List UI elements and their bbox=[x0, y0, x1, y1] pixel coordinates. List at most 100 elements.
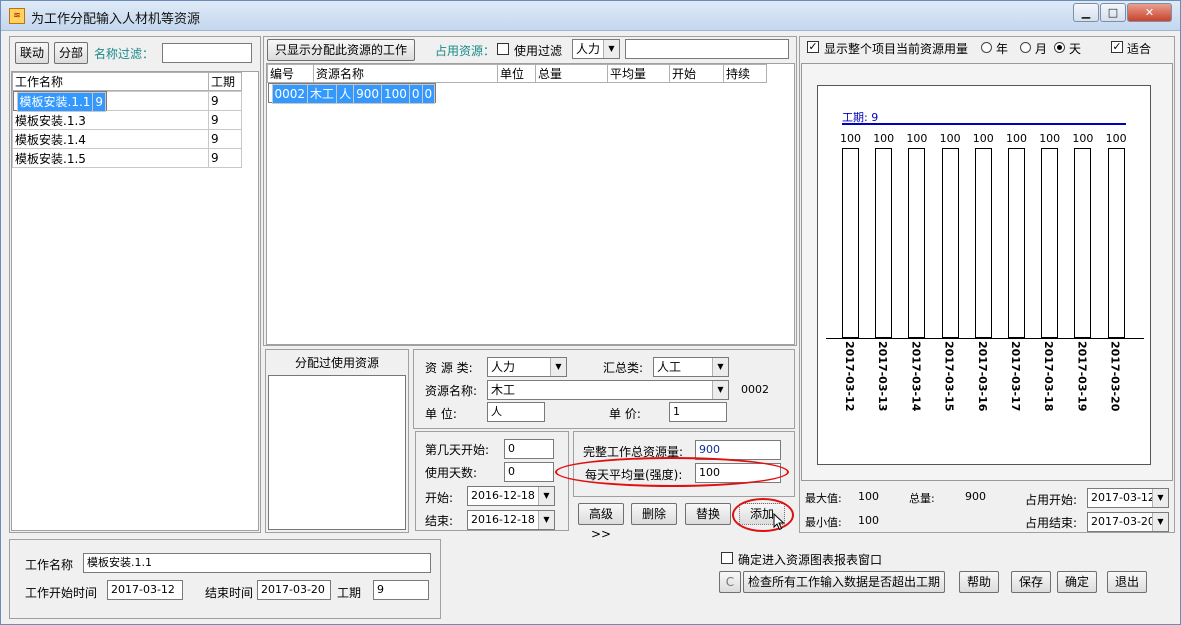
summary-type-select[interactable]: 人工 ▼ bbox=[653, 357, 729, 377]
chart-date-label: 2017-03-19 bbox=[1075, 341, 1089, 412]
cell-average: 100 bbox=[380, 84, 410, 104]
assigned-list[interactable] bbox=[268, 375, 406, 530]
work-name-header[interactable]: 工作名称 bbox=[12, 72, 209, 91]
start-day-input[interactable]: 0 bbox=[504, 439, 554, 459]
unit-label: 单 位: bbox=[425, 407, 457, 421]
start-date-label: 开始: bbox=[425, 491, 454, 505]
help-button[interactable]: 帮助 bbox=[959, 571, 999, 593]
chart-date-label: 2017-03-16 bbox=[975, 341, 989, 412]
occupy-end-value: 2017-03-20 bbox=[1091, 515, 1155, 528]
replace-button[interactable]: 替换 bbox=[685, 503, 731, 525]
advanced-button[interactable]: 高级>> bbox=[578, 503, 624, 541]
work-duration-input[interactable]: 9 bbox=[373, 580, 429, 600]
chart-date-label: 2017-03-20 bbox=[1108, 341, 1122, 412]
link-button[interactable]: 联动 bbox=[15, 42, 49, 64]
occupy-resource-label: 占用资源： bbox=[435, 44, 496, 58]
fit-checkbox[interactable]: ✓ bbox=[1111, 41, 1123, 53]
use-days-label: 使用天数: bbox=[425, 466, 478, 480]
chart-bar-value: 100 bbox=[906, 132, 928, 145]
day-label: 天 bbox=[1069, 42, 1082, 56]
chart-bar bbox=[1008, 148, 1025, 338]
year-radio[interactable] bbox=[981, 42, 992, 53]
show-total-label: 显示整个项目当前资源用量 bbox=[824, 42, 969, 56]
chart-bar bbox=[1107, 148, 1125, 338]
resource-name-header[interactable]: 资源名称 bbox=[313, 64, 498, 83]
month-radio[interactable] bbox=[1020, 42, 1031, 53]
chart-bar-value: 100 bbox=[972, 132, 994, 145]
save-button[interactable]: 保存 bbox=[1011, 571, 1051, 593]
chart-bar-value: 100 bbox=[1006, 132, 1027, 145]
window-title: 为工作分配输入人材机等资源 bbox=[31, 12, 201, 27]
ok-button[interactable]: 确定 bbox=[1057, 571, 1097, 593]
min-value: 100 bbox=[858, 514, 879, 527]
total-header[interactable]: 总量 bbox=[535, 64, 608, 83]
resource-name-label: 资源名称: bbox=[425, 384, 478, 398]
delete-button[interactable]: 删除 bbox=[631, 503, 677, 525]
table-row[interactable]: 模板安装.1.1 9 bbox=[12, 91, 108, 112]
use-days-input[interactable]: 0 bbox=[504, 462, 554, 482]
summary-type-label: 汇总类: bbox=[603, 361, 644, 375]
use-filter-checkbox[interactable] bbox=[497, 43, 509, 55]
close-button[interactable]: ✕ bbox=[1127, 3, 1172, 22]
total-value: 900 bbox=[965, 490, 986, 503]
show-only-assigned-button[interactable]: 只显示分配此资源的工作 bbox=[267, 39, 415, 61]
max-value: 100 bbox=[858, 490, 879, 503]
unit-header[interactable]: 单位 bbox=[497, 64, 536, 83]
occupy-start-label: 占用开始: bbox=[1025, 493, 1078, 507]
work-info-panel bbox=[9, 539, 441, 619]
chevron-down-icon: ▼ bbox=[538, 487, 554, 505]
average-header[interactable]: 平均量 bbox=[607, 64, 670, 83]
title-bar: ≋ 为工作分配输入人材机等资源 ▁ □ ✕ bbox=[1, 1, 1180, 31]
assigned-title: 分配过使用资源 bbox=[295, 356, 380, 370]
duration-header[interactable]: 持续 bbox=[723, 64, 767, 83]
cell-duration: 9 bbox=[208, 129, 242, 149]
start-date-picker[interactable]: 2016-12-18 ▼ bbox=[467, 486, 555, 506]
show-total-checkbox[interactable]: ✓ bbox=[807, 41, 819, 53]
resource-filter-input[interactable] bbox=[625, 39, 789, 59]
main-window: ≋ 为工作分配输入人材机等资源 ▁ □ ✕ 联动 分部 名称过滤： 工作名称 工… bbox=[0, 0, 1181, 625]
resource-name-value: 木工 bbox=[491, 383, 516, 397]
table-row[interactable]: 0002 木工 人 900 100 0 0 bbox=[267, 83, 437, 104]
chart-date-label: 2017-03-17 bbox=[1009, 341, 1022, 412]
day-radio[interactable] bbox=[1054, 42, 1065, 53]
name-filter-input[interactable] bbox=[162, 43, 252, 63]
cell-unit: 人 bbox=[336, 84, 355, 104]
maximize-button[interactable]: □ bbox=[1100, 3, 1126, 22]
c-button[interactable]: C bbox=[719, 571, 741, 593]
chevron-down-icon: ▼ bbox=[1152, 489, 1168, 507]
chart-date-label: 2017-03-15 bbox=[942, 341, 956, 412]
duration-header[interactable]: 工期 bbox=[208, 72, 242, 91]
chart-bar bbox=[941, 148, 959, 338]
confirm-chart-checkbox[interactable] bbox=[721, 552, 733, 564]
table-row[interactable]: 模板安装.1.4 9 bbox=[12, 129, 242, 149]
start-header[interactable]: 开始 bbox=[669, 64, 724, 83]
occupy-end-picker[interactable]: 2017-03-20 ▼ bbox=[1087, 512, 1169, 532]
occupy-start-picker[interactable]: 2017-03-12 ▼ bbox=[1087, 488, 1169, 508]
check-duration-button[interactable]: 检查所有工作输入数据是否超出工期 bbox=[743, 571, 945, 593]
work-end-time-input[interactable]: 2017-03-20 bbox=[257, 580, 331, 600]
work-start-time-input[interactable]: 2017-03-12 bbox=[107, 580, 183, 600]
resource-name-select[interactable]: 木工 ▼ bbox=[487, 380, 729, 400]
resource-type-filter-select[interactable]: 人力 ▼ bbox=[572, 39, 620, 59]
chevron-down-icon: ▼ bbox=[1152, 513, 1168, 531]
price-input[interactable]: 1 bbox=[669, 402, 727, 422]
work-name-label: 工作名称 bbox=[25, 558, 74, 572]
table-row[interactable]: 模板安装.1.5 9 bbox=[12, 148, 242, 168]
code-header[interactable]: 编号 bbox=[267, 64, 314, 83]
cell-duration: 9 bbox=[208, 110, 242, 130]
table-row[interactable]: 模板安装.1.3 9 bbox=[12, 110, 242, 130]
confirm-chart-label: 确定进入资源图表报表窗口 bbox=[738, 553, 883, 567]
cell-duration: 9 bbox=[208, 91, 242, 111]
work-name-input[interactable]: 模板安装.1.1 bbox=[83, 553, 431, 573]
end-date-picker[interactable]: 2016-12-18 ▼ bbox=[467, 510, 555, 530]
section-button[interactable]: 分部 bbox=[54, 42, 88, 64]
exit-button[interactable]: 退出 bbox=[1107, 571, 1147, 593]
end-date-value: 2016-12-18 bbox=[471, 513, 535, 526]
chart-bar-value: 100 bbox=[939, 132, 961, 145]
minimize-button[interactable]: ▁ bbox=[1073, 3, 1099, 22]
resource-type-select[interactable]: 人力 ▼ bbox=[487, 357, 567, 377]
chart-bar-value: 100 bbox=[1039, 132, 1061, 145]
summary-type-value: 人工 bbox=[657, 360, 682, 374]
unit-input[interactable]: 人 bbox=[487, 402, 545, 422]
cell-work-name: 模板安装.1.1 bbox=[16, 92, 94, 112]
